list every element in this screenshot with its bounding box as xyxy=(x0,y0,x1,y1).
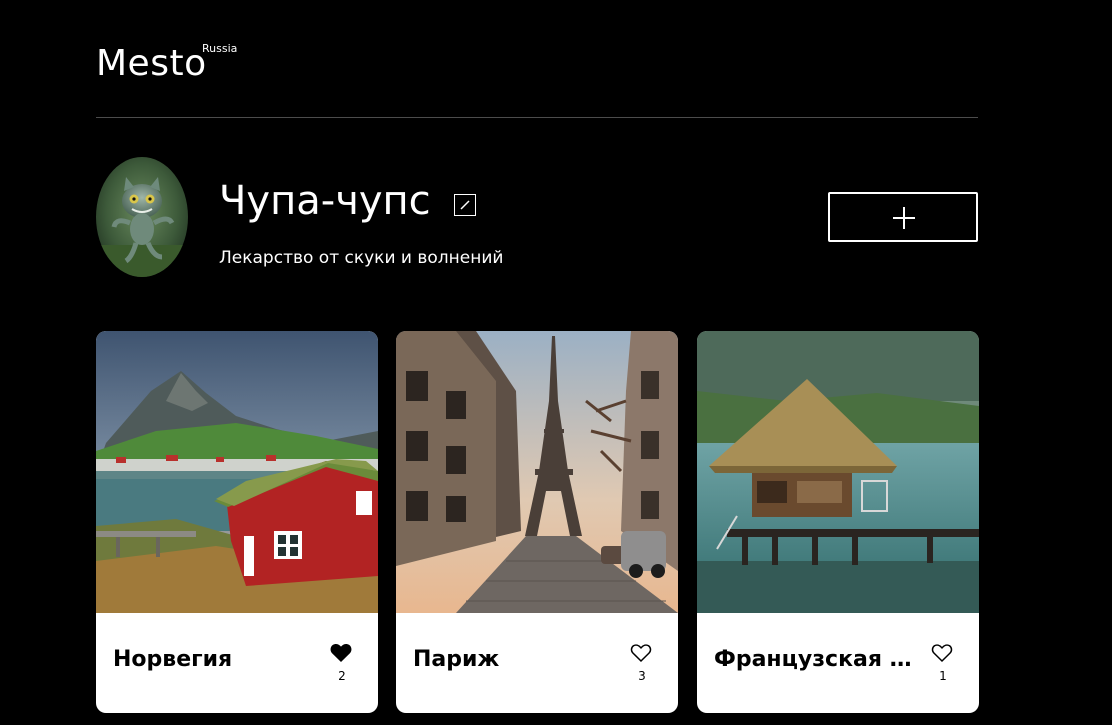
paris-eiffel-tower-image xyxy=(396,331,678,613)
plus-icon xyxy=(893,207,915,229)
logo[interactable]: Mesto xyxy=(96,43,207,84)
avatar-image xyxy=(96,157,188,277)
like-count: 1 xyxy=(939,669,947,683)
header: Mesto Russia xyxy=(96,40,978,118)
add-card-button[interactable] xyxy=(828,192,978,242)
card-image[interactable] xyxy=(697,331,979,613)
overwater-bungalow-image xyxy=(697,331,979,613)
like-button[interactable] xyxy=(931,641,955,665)
card-image[interactable] xyxy=(396,331,678,613)
pencil-icon xyxy=(460,200,470,210)
profile-about: Лекарство от скуки и волнений xyxy=(219,248,504,268)
profile-name: Чупа-чупс xyxy=(219,178,431,224)
heart-outline-icon xyxy=(931,644,953,663)
logo-superscript: Russia xyxy=(202,42,238,55)
page: Mesto Russia Чупа-чупс Лекарство от скук… xyxy=(0,0,1112,725)
card-title: Французская Полинезия xyxy=(714,647,929,672)
edit-profile-button[interactable] xyxy=(454,194,476,216)
avatar[interactable] xyxy=(96,157,188,277)
like-button[interactable] xyxy=(630,641,654,665)
card: Французская Полинезия 1 xyxy=(697,331,979,713)
like-count: 2 xyxy=(338,669,346,683)
heart-filled-icon xyxy=(330,643,352,662)
card: Норвегия 2 xyxy=(96,331,378,713)
card-image[interactable] xyxy=(96,331,378,613)
heart-outline-icon xyxy=(630,644,652,663)
card-title: Норвегия xyxy=(113,647,233,672)
card: Париж 3 xyxy=(396,331,678,713)
card-title: Париж xyxy=(413,647,500,672)
norway-landscape-image xyxy=(96,331,378,613)
like-count: 3 xyxy=(638,669,646,683)
like-button[interactable] xyxy=(330,641,354,665)
